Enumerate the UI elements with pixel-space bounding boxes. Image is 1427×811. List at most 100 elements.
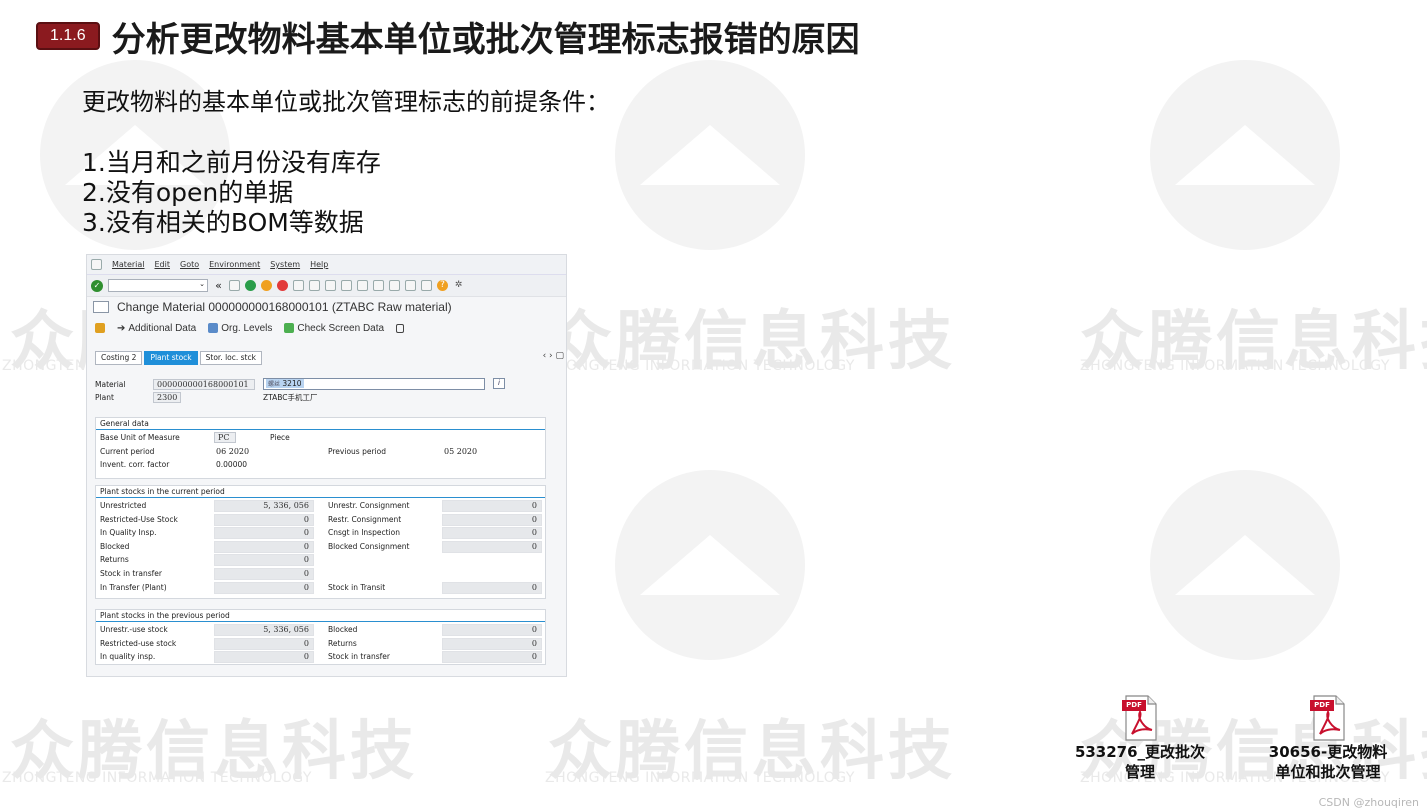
first-page-icon[interactable]	[341, 280, 352, 291]
stock-label: In quality insp.	[100, 652, 156, 661]
material-number: 000000000168000101	[153, 379, 255, 390]
other-material-button[interactable]	[95, 323, 105, 333]
tab-plant-stock[interactable]: Plant stock	[144, 351, 198, 365]
new-session-icon[interactable]	[405, 280, 416, 291]
check-icon	[284, 323, 295, 333]
check-screen-data-button[interactable]: Check Screen Data	[284, 323, 384, 334]
stock-label: Blocked	[328, 625, 358, 634]
help-icon[interactable]: ?	[437, 280, 448, 291]
command-field[interactable]: ⌄	[108, 279, 208, 292]
stock-value: 0	[442, 541, 542, 553]
find-next-icon[interactable]	[325, 280, 336, 291]
pdf-caption-line2: 管理	[1124, 763, 1155, 781]
lead-text: 更改物料的基本单位或批次管理标志的前提条件：	[82, 88, 610, 116]
invent-corr-label: Invent. corr. factor	[100, 460, 170, 469]
watermark-text-en: ZHONGTENG INFORMATION TECHNOLOGY	[2, 770, 312, 786]
plant-label: Plant	[95, 393, 114, 402]
stock-label: Blocked	[100, 542, 130, 551]
shortcut-icon[interactable]	[421, 280, 432, 291]
check-screen-data-label: Check Screen Data	[297, 322, 385, 334]
long-text-icon[interactable]: i	[493, 378, 505, 389]
condition-item: 2.没有open的单据	[82, 178, 294, 207]
pdf-attachment[interactable]: PDF 30656-更改物料 单位和批次管理	[1258, 694, 1398, 782]
window-title: Change Material 000000000168000101 (ZTAB…	[117, 300, 452, 314]
base-uom-label: Base Unit of Measure	[100, 433, 180, 442]
exit-icon[interactable]	[261, 280, 272, 291]
conditions-list: 1.当月和之前月份没有库存 2.没有open的单据 3.没有相关的BOM等数据	[82, 148, 381, 238]
previous-period-value: 05 2020	[444, 447, 478, 456]
additional-data-button[interactable]: ➔ Additional Data	[117, 323, 196, 334]
tab-costing-2[interactable]: Costing 2	[95, 351, 143, 365]
pdf-badge: PDF	[1126, 701, 1142, 709]
base-uom-text: Piece	[270, 433, 290, 442]
save-icon[interactable]	[229, 280, 240, 291]
prev-page-icon[interactable]	[357, 280, 368, 291]
slide-header: 1.1.6 分析更改物料基本单位或批次管理标志报错的原因	[36, 12, 860, 60]
stock-value: 0	[214, 554, 314, 566]
menu-environment[interactable]: Environment	[209, 260, 260, 269]
back-icon[interactable]	[245, 280, 256, 291]
stock-value: 0	[442, 500, 542, 512]
stock-label: Unrestricted	[100, 501, 147, 510]
back-double-icon[interactable]: «	[213, 280, 224, 291]
tab-stor-loc-stock[interactable]: Stor. loc. stck	[199, 351, 262, 365]
csdn-credit: CSDN @zhouqiren	[1318, 796, 1419, 809]
menu-goto[interactable]: Goto	[180, 260, 199, 269]
next-page-icon[interactable]	[373, 280, 384, 291]
menu-system[interactable]: System	[270, 260, 300, 269]
material-description-field[interactable]: 螺丝 3210	[263, 378, 485, 390]
settings-icon[interactable]: ✲	[453, 280, 464, 291]
stock-in-transit-value: 0	[442, 582, 542, 594]
screen-icon	[93, 301, 109, 313]
menu-toggle-icon[interactable]	[91, 259, 102, 270]
stock-value: 0	[214, 651, 314, 663]
print-icon[interactable]	[293, 280, 304, 291]
stock-value: 5, 336, 056	[214, 624, 314, 636]
additional-data-label: Additional Data	[128, 322, 197, 334]
current-period-value: 06 2020	[216, 447, 250, 456]
stock-value: 0	[442, 638, 542, 650]
pdf-caption-line1: 533276_更改批次	[1074, 743, 1206, 761]
current-stocks-group: Plant stocks in the current period Unres…	[95, 485, 546, 599]
general-data-group: General data Base Unit of Measure PC Pie…	[95, 417, 546, 479]
stock-label: Restricted-use stock	[100, 639, 177, 648]
group-title: General data	[96, 418, 545, 430]
last-page-icon[interactable]	[389, 280, 400, 291]
stock-in-transit-label: Stock in Transit	[328, 583, 386, 592]
pdf-attachment[interactable]: PDF 533276_更改批次 管理	[1070, 694, 1210, 782]
base-uom-value: PC	[214, 432, 236, 443]
sap-app-toolbar: ➔ Additional Data Org. Levels Check Scree…	[87, 317, 566, 339]
stock-value: 0	[442, 514, 542, 526]
org-levels-label: Org. Levels	[221, 322, 273, 334]
section-badge: 1.1.6	[36, 22, 100, 50]
enter-check-icon[interactable]: ✓	[91, 279, 103, 292]
plant-description: ZTABC手机工厂	[263, 393, 318, 402]
tab-scroll-icon[interactable]: ‹ › ▢	[543, 351, 564, 361]
arrow-right-icon: ➔	[117, 322, 126, 334]
current-period-label: Current period	[100, 447, 155, 456]
slide-title: 分析更改物料基本单位或批次管理标志报错的原因	[111, 19, 860, 60]
previous-stocks-group: Plant stocks in the previous period Unre…	[95, 609, 546, 665]
stock-value: 0	[442, 651, 542, 663]
org-levels-button[interactable]: Org. Levels	[208, 323, 272, 334]
menu-help[interactable]: Help	[310, 260, 328, 269]
watermark-text: 众腾信息科技	[10, 715, 418, 789]
stock-value: 0	[214, 514, 314, 526]
stock-value: 0	[214, 541, 314, 553]
find-icon[interactable]	[309, 280, 320, 291]
pdf-caption-line1: 30656-更改物料	[1268, 743, 1388, 761]
watermark-text: 众腾信息科技	[1080, 305, 1427, 379]
sap-toolbar: ✓ ⌄ « ? ✲	[87, 275, 566, 297]
tab-label: Costing 2	[101, 353, 137, 362]
menu-edit[interactable]: Edit	[155, 260, 171, 269]
watermark-logo	[1150, 470, 1340, 660]
stock-value: 0	[442, 624, 542, 636]
watermark-logo	[615, 60, 805, 250]
cancel-icon[interactable]	[277, 280, 288, 291]
stock-label: Cnsgt in Inspection	[328, 528, 400, 537]
watermark-logo	[1150, 60, 1340, 250]
menu-material[interactable]: Material	[112, 260, 145, 269]
pdf-file-icon: PDF	[1120, 694, 1160, 742]
lock-button[interactable]	[396, 323, 405, 333]
stock-label: Stock in transfer	[328, 652, 390, 661]
